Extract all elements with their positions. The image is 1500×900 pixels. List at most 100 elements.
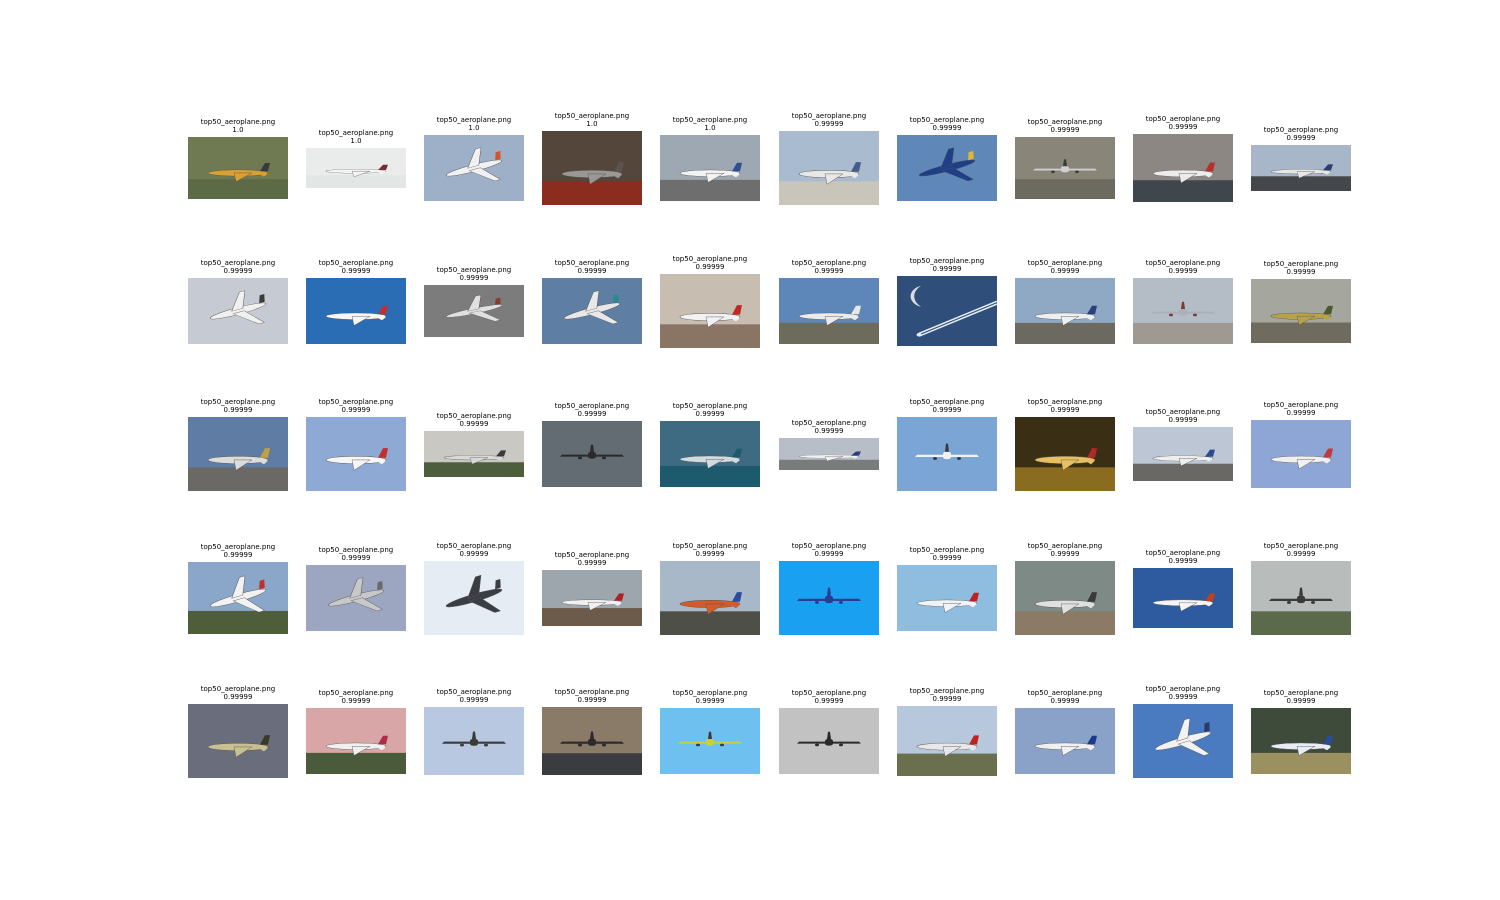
thumbnail-score: 1.0	[704, 124, 716, 132]
aeroplane-thumbnail-image	[1015, 417, 1115, 491]
thumbnail-score: 0.99999	[932, 124, 962, 132]
thumbnail-caption: top50_aeroplane.png 0.99999	[779, 542, 879, 558]
thumbnail-filename: top50_aeroplane.png	[554, 688, 630, 696]
aeroplane-thumbnail-image	[424, 285, 524, 337]
thumbnail-score: 0.99999	[1050, 697, 1080, 705]
aeroplane-thumbnail-image	[897, 706, 997, 776]
aeroplane-thumbnail-image	[542, 131, 642, 205]
thumbnail-filename: top50_aeroplane.png	[672, 255, 748, 263]
aeroplane-thumbnail-image	[1133, 278, 1233, 344]
thumbnail-filename: top50_aeroplane.png	[200, 118, 276, 126]
thumbnail-filename: top50_aeroplane.png	[791, 689, 867, 697]
aeroplane-thumbnail-image	[1251, 708, 1351, 774]
thumbnail-filename: top50_aeroplane.png	[436, 542, 512, 550]
thumbnail-score: 0.99999	[341, 697, 371, 705]
aeroplane-thumbnail-image	[1251, 145, 1351, 191]
thumbnail-filename: top50_aeroplane.png	[1027, 398, 1103, 406]
aeroplane-thumbnail-image	[1251, 420, 1351, 488]
thumbnail-score: 0.99999	[459, 420, 489, 428]
thumbnail-caption: top50_aeroplane.png 0.99999	[779, 689, 879, 705]
thumbnail-score: 1.0	[350, 137, 362, 145]
thumbnail-caption: top50_aeroplane.png 0.99999	[188, 543, 288, 559]
thumbnail-caption: top50_aeroplane.png 1.0	[306, 129, 406, 145]
thumbnail-filename: top50_aeroplane.png	[1145, 408, 1221, 416]
aeroplane-thumbnail-image	[542, 707, 642, 775]
thumbnail-filename: top50_aeroplane.png	[200, 543, 276, 551]
thumbnail-filename: top50_aeroplane.png	[1145, 685, 1221, 693]
thumbnail-filename: top50_aeroplane.png	[200, 685, 276, 693]
thumbnail-caption: top50_aeroplane.png 1.0	[424, 116, 524, 132]
thumbnail-score: 0.99999	[1050, 267, 1080, 275]
thumbnail-caption: top50_aeroplane.png 0.99999	[188, 398, 288, 414]
aeroplane-thumbnail-image	[660, 708, 760, 774]
thumbnail-filename: top50_aeroplane.png	[318, 689, 394, 697]
thumbnail-caption: top50_aeroplane.png 0.99999	[1015, 259, 1115, 275]
thumbnail-caption: top50_aeroplane.png 0.99999	[188, 685, 288, 701]
thumbnail-filename: top50_aeroplane.png	[1263, 542, 1339, 550]
aeroplane-thumbnail-image	[1133, 704, 1233, 778]
thumbnail-filename: top50_aeroplane.png	[672, 402, 748, 410]
thumbnail-filename: top50_aeroplane.png	[791, 419, 867, 427]
thumbnail-score: 0.99999	[459, 274, 489, 282]
thumbnail-score: 0.99999	[577, 267, 607, 275]
aeroplane-thumbnail-image	[424, 561, 524, 635]
thumbnail-score: 0.99999	[341, 554, 371, 562]
thumbnail-filename: top50_aeroplane.png	[672, 689, 748, 697]
aeroplane-thumbnail-image	[1251, 279, 1351, 343]
thumbnail-score: 0.99999	[814, 697, 844, 705]
thumbnail-filename: top50_aeroplane.png	[1263, 126, 1339, 134]
thumbnail-grid: top50_aeroplane.png 1.0 top50_aeroplane.p…	[0, 0, 1500, 900]
thumbnail-filename: top50_aeroplane.png	[791, 112, 867, 120]
thumbnail-filename: top50_aeroplane.png	[436, 116, 512, 124]
thumbnail-score: 0.99999	[932, 695, 962, 703]
thumbnail-score: 0.99999	[1168, 557, 1198, 565]
aeroplane-thumbnail-image	[660, 135, 760, 201]
thumbnail-score: 0.99999	[695, 410, 725, 418]
thumbnail-caption: top50_aeroplane.png 0.99999	[542, 688, 642, 704]
thumbnail-score: 0.99999	[1168, 123, 1198, 131]
thumbnail-score: 0.99999	[459, 550, 489, 558]
thumbnail-caption: top50_aeroplane.png 0.99999	[660, 689, 760, 705]
thumbnail-score: 0.99999	[695, 697, 725, 705]
thumbnail-filename: top50_aeroplane.png	[791, 259, 867, 267]
aeroplane-thumbnail-image	[306, 278, 406, 344]
thumbnail-filename: top50_aeroplane.png	[672, 542, 748, 550]
thumbnail-score: 0.99999	[1286, 550, 1316, 558]
thumbnail-caption: top50_aeroplane.png 0.99999	[779, 259, 879, 275]
aeroplane-thumbnail-image	[897, 276, 997, 346]
thumbnail-filename: top50_aeroplane.png	[436, 412, 512, 420]
thumbnail-caption: top50_aeroplane.png 0.99999	[542, 402, 642, 418]
thumbnail-filename: top50_aeroplane.png	[909, 116, 985, 124]
thumbnail-score: 1.0	[232, 126, 244, 134]
thumbnail-caption: top50_aeroplane.png 0.99999	[897, 546, 997, 562]
thumbnail-score: 0.99999	[1050, 406, 1080, 414]
thumbnail-filename: top50_aeroplane.png	[436, 688, 512, 696]
aeroplane-thumbnail-image	[188, 417, 288, 491]
thumbnail-score: 0.99999	[695, 263, 725, 271]
aeroplane-thumbnail-image	[306, 565, 406, 631]
thumbnail-filename: top50_aeroplane.png	[1027, 689, 1103, 697]
thumbnail-score: 0.99999	[1050, 126, 1080, 134]
aeroplane-thumbnail-image	[1133, 568, 1233, 628]
thumbnail-caption: top50_aeroplane.png 0.99999	[1133, 115, 1233, 131]
aeroplane-thumbnail-image	[188, 278, 288, 344]
thumbnail-score: 0.99999	[1050, 550, 1080, 558]
aeroplane-thumbnail-image	[1015, 278, 1115, 344]
thumbnail-filename: top50_aeroplane.png	[1263, 260, 1339, 268]
thumbnail-caption: top50_aeroplane.png 0.99999	[1251, 542, 1351, 558]
thumbnail-filename: top50_aeroplane.png	[1027, 118, 1103, 126]
aeroplane-thumbnail-image	[779, 561, 879, 635]
aeroplane-thumbnail-image	[1015, 561, 1115, 635]
thumbnail-filename: top50_aeroplane.png	[200, 398, 276, 406]
thumbnail-caption: top50_aeroplane.png 0.99999	[1251, 260, 1351, 276]
thumbnail-caption: top50_aeroplane.png 0.99999	[1133, 408, 1233, 424]
thumbnail-score: 0.99999	[577, 696, 607, 704]
thumbnail-filename: top50_aeroplane.png	[200, 259, 276, 267]
thumbnail-filename: top50_aeroplane.png	[1145, 115, 1221, 123]
thumbnail-filename: top50_aeroplane.png	[1263, 401, 1339, 409]
thumbnail-score: 0.99999	[1286, 409, 1316, 417]
thumbnail-score: 0.99999	[577, 559, 607, 567]
thumbnail-score: 0.99999	[1168, 693, 1198, 701]
thumbnail-score: 0.99999	[814, 427, 844, 435]
thumbnail-score: 0.99999	[341, 406, 371, 414]
